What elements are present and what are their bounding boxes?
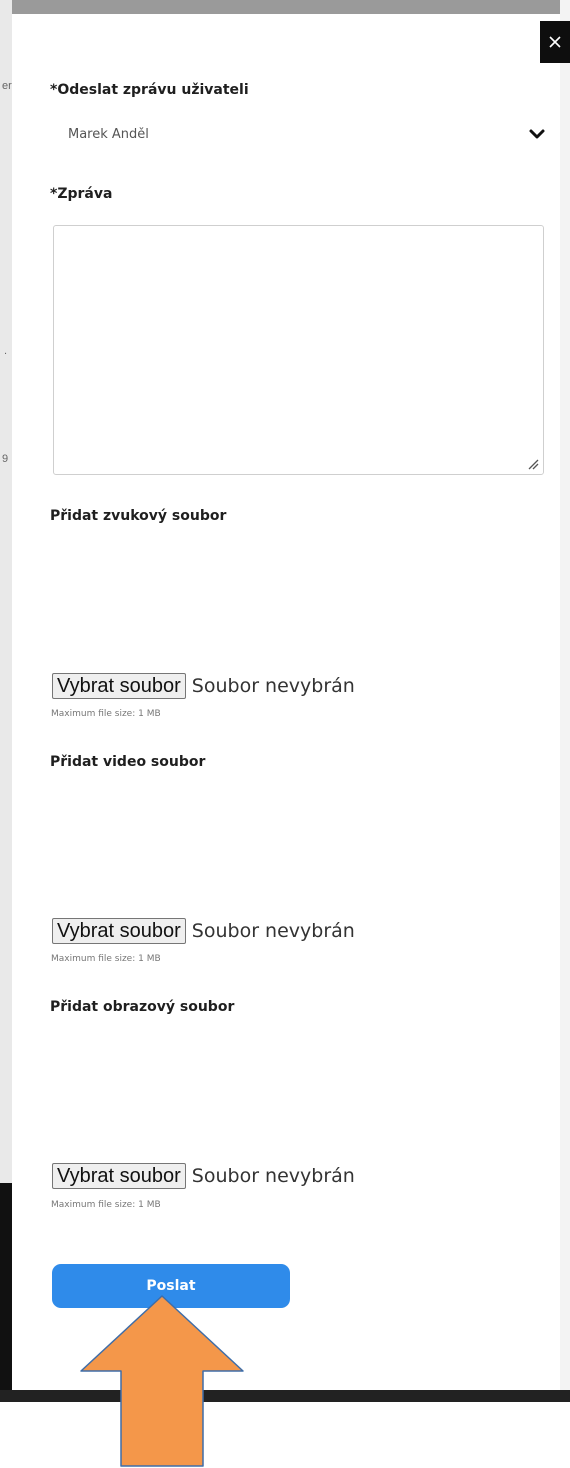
image-choose-file-button[interactable]: Vybrat soubor [52, 1163, 186, 1189]
message-textarea[interactable] [53, 225, 544, 475]
audio-file-status: Soubor nevybrán [191, 675, 355, 697]
chevron-down-icon [529, 129, 545, 139]
background-text: er [2, 80, 12, 92]
backdrop-right [560, 0, 570, 1400]
background-text: 9 [2, 453, 9, 465]
video-choose-file-button[interactable]: Vybrat soubor [52, 918, 186, 944]
video-file-label: Přidat video soubor [50, 754, 206, 770]
recipient-select[interactable]: Marek Anděl [50, 114, 550, 154]
image-file-label: Přidat obrazový soubor [50, 999, 235, 1015]
image-file-input[interactable]: Vybrat soubor Soubor nevybrán [52, 1161, 355, 1191]
image-file-hint: Maximum file size: 1 MB [51, 1200, 161, 1210]
audio-file-input[interactable]: Vybrat soubor Soubor nevybrán [52, 671, 355, 701]
send-message-dialog: *Odeslat zprávu uživateli Marek Anděl *Z… [14, 14, 560, 1390]
video-file-hint: Maximum file size: 1 MB [51, 954, 161, 964]
background-text: . [4, 345, 8, 357]
arrow-up-annotation [80, 1295, 244, 1467]
close-button[interactable] [540, 21, 570, 63]
audio-file-hint: Maximum file size: 1 MB [51, 709, 161, 719]
message-label: *Zpráva [50, 186, 113, 202]
backdrop-bottom-left [0, 1183, 12, 1401]
resize-grip-icon[interactable] [527, 458, 539, 470]
close-icon [549, 36, 561, 48]
recipient-value: Marek Anděl [68, 126, 149, 142]
recipient-label: *Odeslat zprávu uživateli [50, 82, 249, 98]
audio-file-label: Přidat zvukový soubor [50, 508, 227, 524]
backdrop-top [0, 0, 570, 14]
video-file-input[interactable]: Vybrat soubor Soubor nevybrán [52, 916, 355, 946]
video-file-status: Soubor nevybrán [191, 920, 355, 942]
audio-choose-file-button[interactable]: Vybrat soubor [52, 673, 186, 699]
image-file-status: Soubor nevybrán [191, 1165, 355, 1187]
